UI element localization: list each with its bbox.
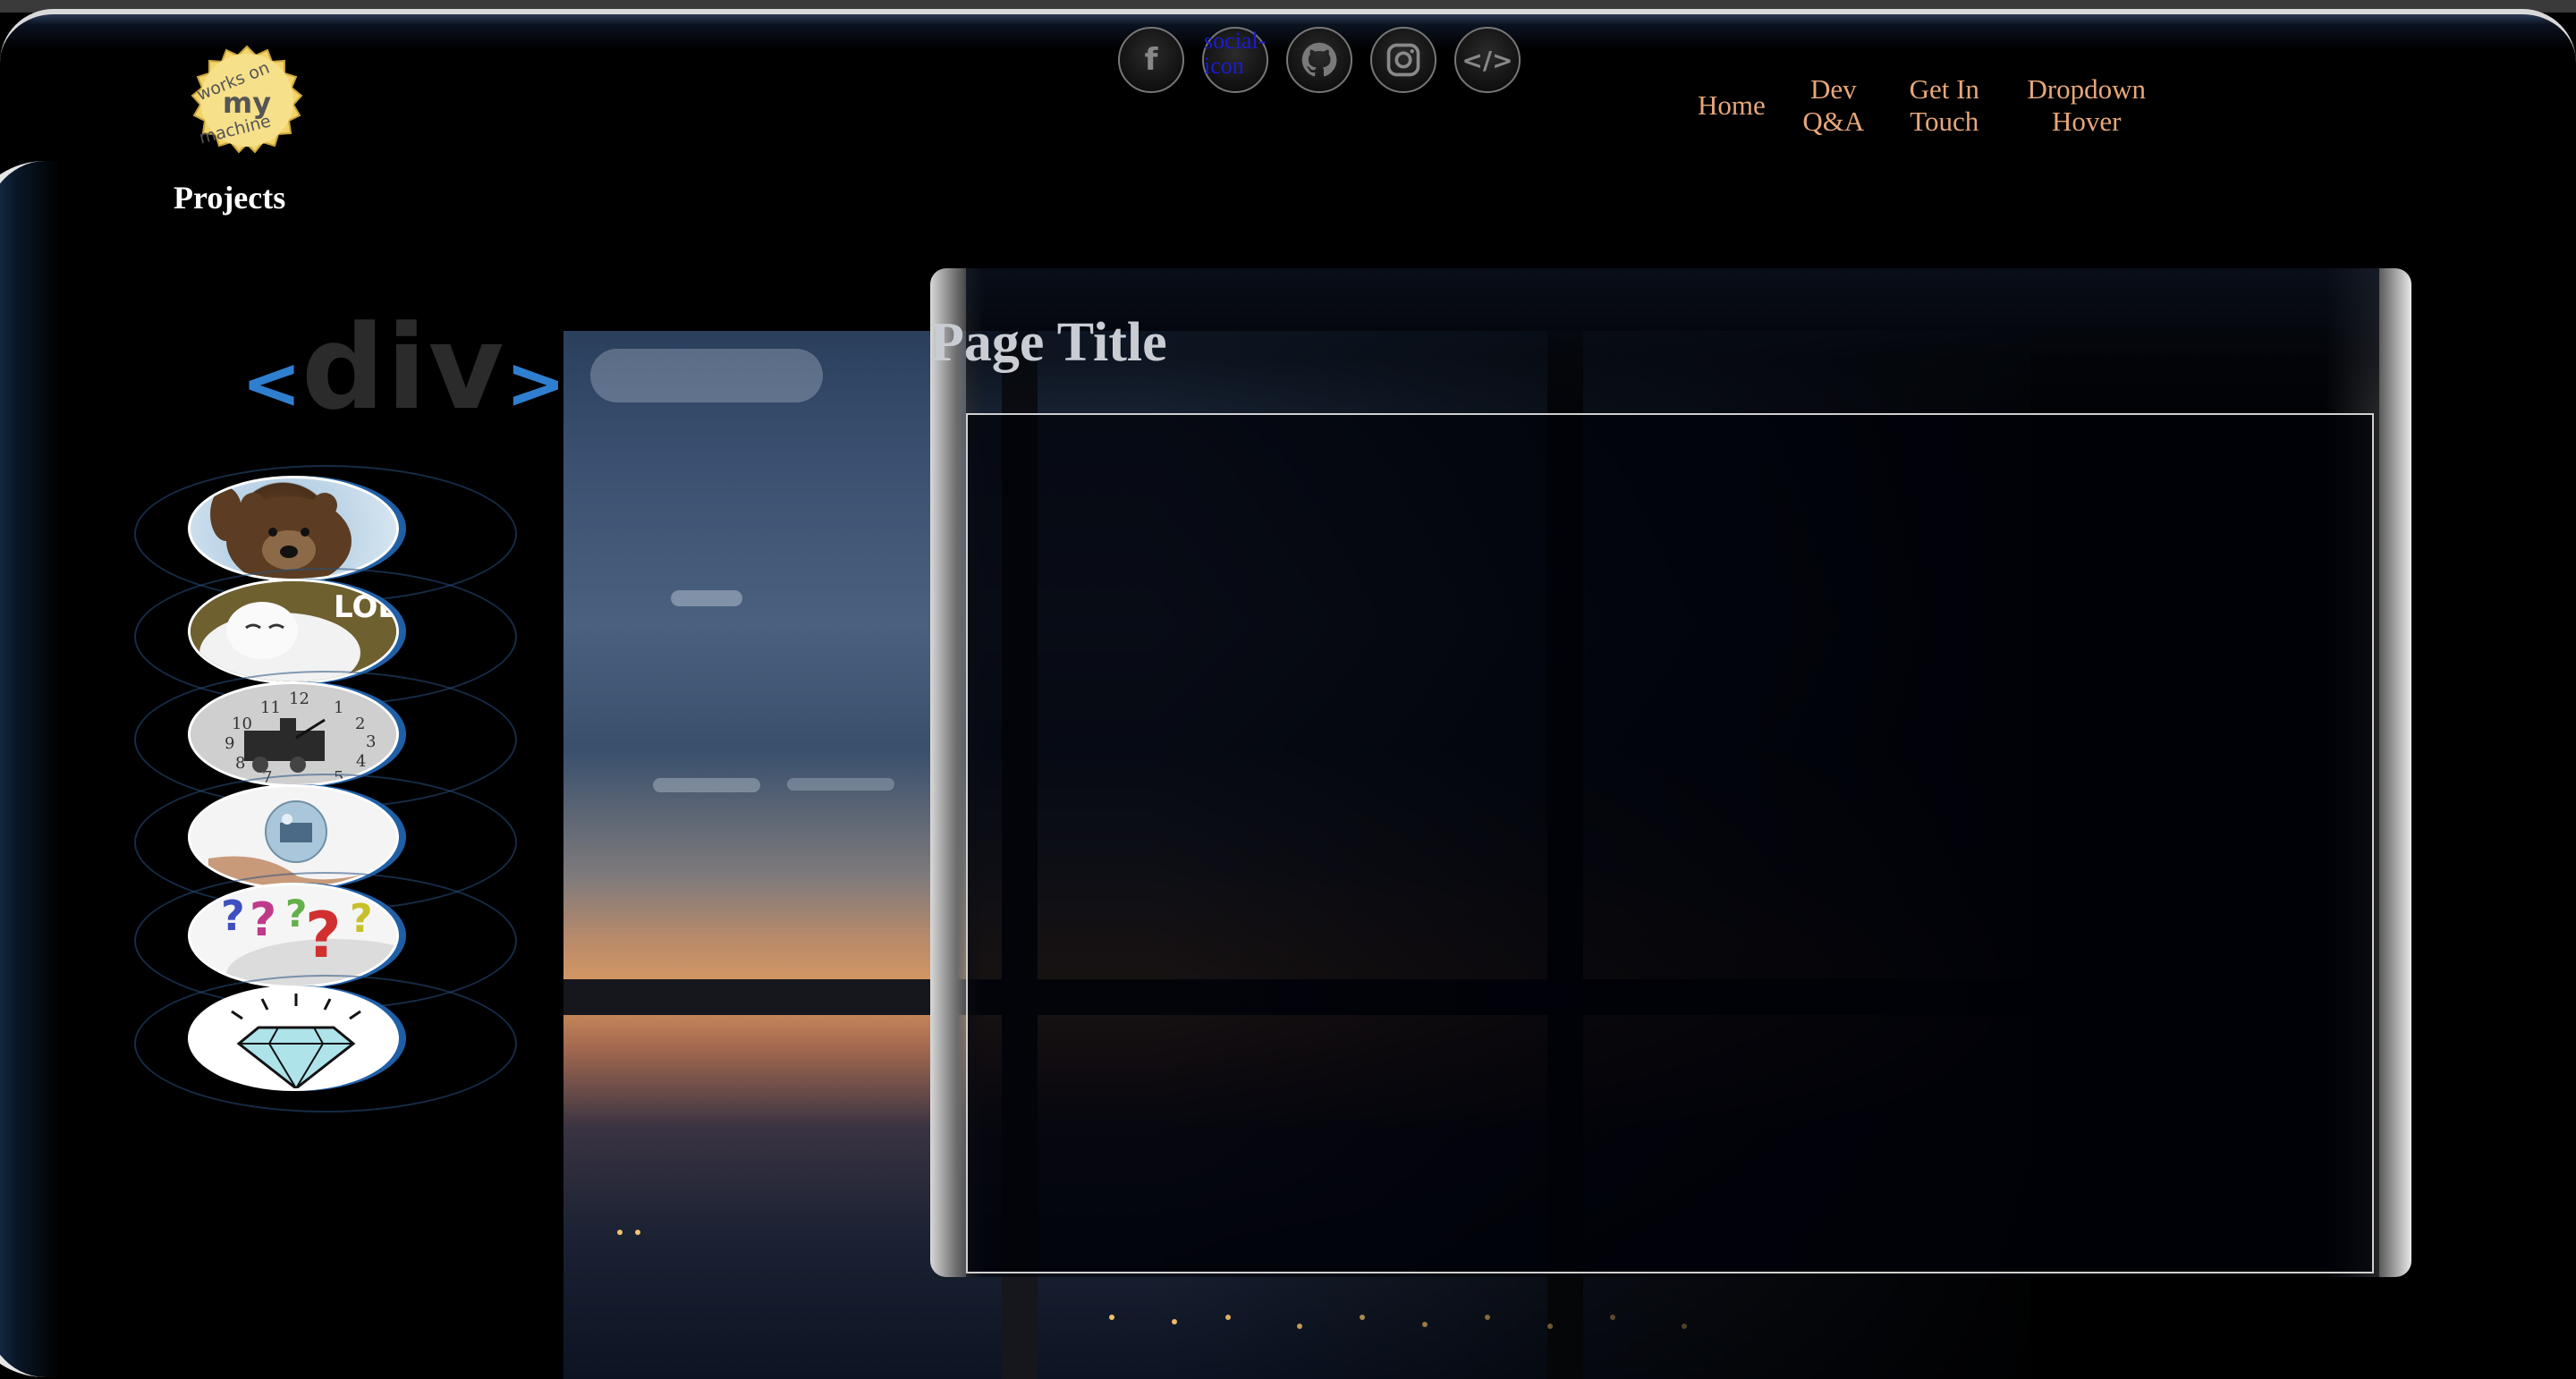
broken-image-icon[interactable]: social-icon	[1202, 27, 1268, 93]
broken-image-alt-text: social-icon	[1204, 28, 1267, 79]
nav-get-in-touch[interactable]: Get In Touch	[1885, 73, 2004, 138]
works-on-my-machine-logo[interactable]: works on my machine	[175, 45, 318, 179]
code-icon[interactable]: </>	[1454, 27, 1521, 93]
svg-text:9: 9	[225, 734, 234, 753]
logo-text-middle: my	[222, 86, 272, 120]
svg-text:?: ?	[221, 892, 245, 940]
content-box	[966, 413, 2374, 1273]
svg-text:?: ?	[350, 896, 373, 942]
left-frame-edge	[0, 161, 63, 1377]
brand-close-bracket: >	[505, 342, 566, 425]
svg-text:11: 11	[260, 698, 281, 717]
facebook-icon[interactable]: f	[1118, 27, 1184, 93]
code-glyph: </>	[1462, 45, 1513, 75]
svg-text:1: 1	[334, 698, 343, 717]
main-nav: Home Dev Q&A Get In Touch Dropdown Hover	[1682, 73, 2170, 138]
svg-text:?: ?	[305, 899, 342, 972]
nav-home[interactable]: Home	[1682, 73, 1782, 138]
page-title: Page Title	[930, 312, 1167, 373]
svg-text:12: 12	[289, 690, 309, 708]
facebook-glyph: f	[1144, 42, 1158, 78]
brand-text: div	[301, 300, 506, 436]
svg-text:?: ?	[285, 892, 307, 935]
svg-text:?: ?	[250, 893, 276, 947]
instagram-icon[interactable]	[1370, 27, 1436, 93]
div-brand-mark: <div>	[242, 300, 565, 436]
social-icons: f social-icon </>	[1118, 13, 1521, 102]
svg-text:3: 3	[366, 732, 376, 751]
github-glyph	[1301, 42, 1337, 77]
nav-dropdown-hover[interactable]: Dropdown Hover	[2004, 73, 2170, 138]
github-icon[interactable]	[1286, 27, 1352, 93]
svg-text:10: 10	[232, 715, 252, 733]
diamond-thumbnail[interactable]	[188, 986, 399, 1091]
instagram-glyph	[1386, 43, 1420, 77]
project-item[interactable]	[134, 966, 519, 1127]
brand-open-bracket: <	[242, 342, 302, 425]
projects-label: Projects	[174, 180, 286, 216]
svg-text:2: 2	[355, 715, 365, 733]
nav-dev-qa[interactable]: Dev Q&A	[1782, 73, 1885, 138]
